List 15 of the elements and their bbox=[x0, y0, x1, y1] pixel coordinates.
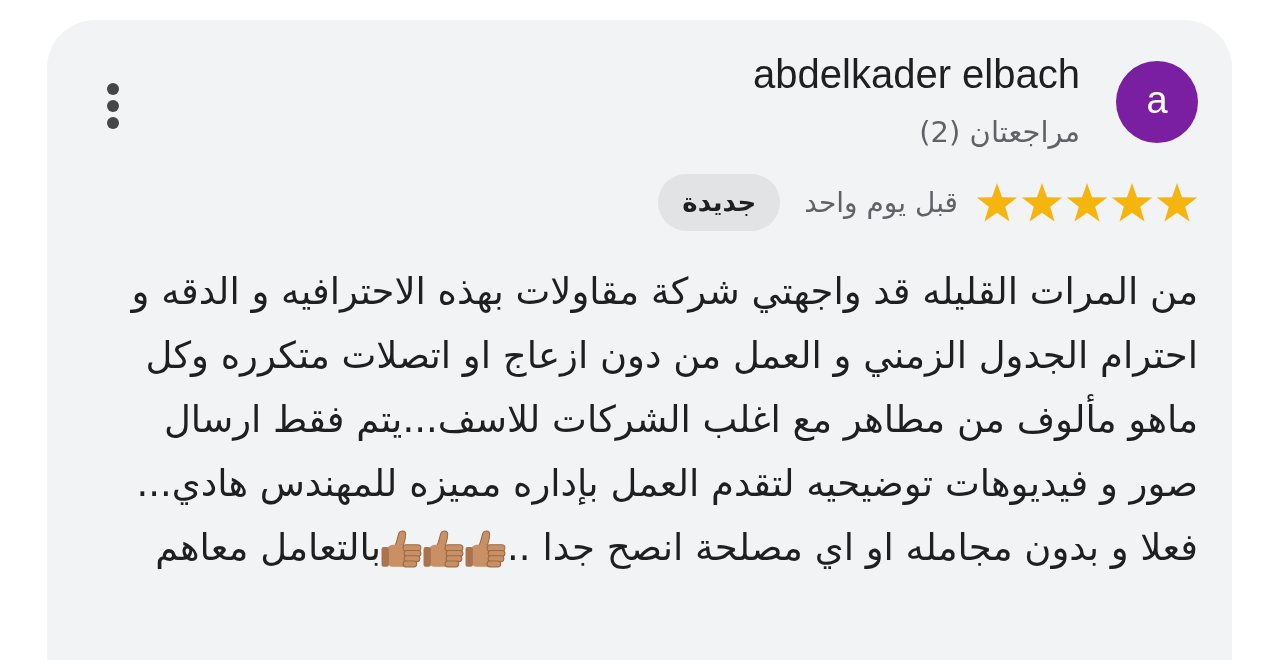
thumbs-up-icon bbox=[423, 530, 466, 568]
review-time: قبل يوم واحد bbox=[804, 184, 958, 221]
author-name: abdelkader elbach bbox=[753, 51, 1080, 98]
thumbs-up-icon bbox=[465, 530, 508, 568]
thumbs-up-icon bbox=[381, 530, 424, 568]
user-avatar: a bbox=[1116, 61, 1198, 143]
star-icon bbox=[1111, 182, 1153, 223]
star-icon bbox=[1021, 182, 1063, 223]
more-vertical-icon bbox=[107, 83, 119, 129]
star-icon bbox=[976, 182, 1018, 223]
star-icon bbox=[1066, 182, 1108, 223]
review-count: مراجعتان (2) bbox=[919, 114, 1080, 151]
star-icon bbox=[1156, 182, 1198, 223]
review-text: من المرات القليله قد واجهتي شركة مقاولات بهذه الاحترافيه و الدقه و احترام الجدول الزمني و العمل من دون ازعاج او اتصلات متكرره وكل ماهو مألوف من مطاهر مع اغلب الشركات للاسف...يتم فقط ارسال صور و فيديوهات توضيحيه لتقدم العمل بإداره مميزه للمهندس هادي... فعلا و بدون مجامله او اي مصلحة انصح جدا .. بالتعامل معاهم bbox=[129, 269, 1198, 571]
new-badge: جديدة bbox=[658, 174, 781, 231]
